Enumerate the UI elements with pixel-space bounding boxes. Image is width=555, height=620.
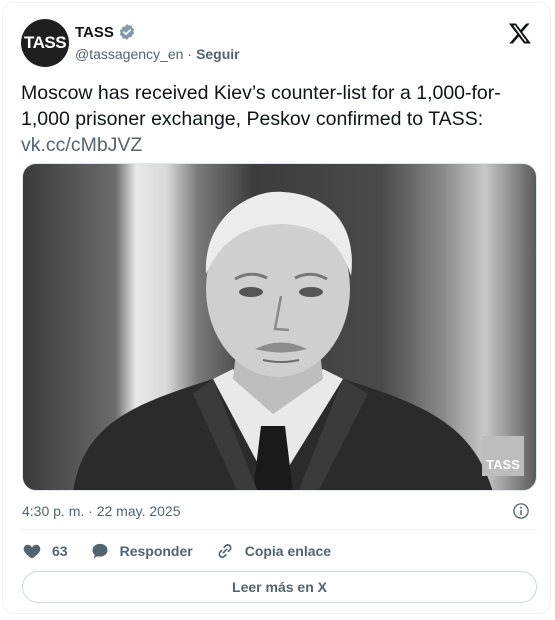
- copy-link-label: Copia enlace: [244, 543, 332, 559]
- account-handle[interactable]: @tassagency_en: [75, 46, 183, 62]
- action-bar: 63 Responder Copia enlace: [22, 541, 353, 561]
- speech-bubble-icon: [92, 543, 108, 559]
- divider: [22, 529, 537, 530]
- link-icon: [218, 544, 232, 558]
- x-logo-icon[interactable]: [508, 21, 532, 45]
- tweet-text: Moscow has received Kiev’s counter-list …: [21, 80, 536, 158]
- handle-row: @tassagency_en · Seguir: [75, 46, 240, 62]
- reply-label: Responder: [119, 543, 193, 559]
- watermark-text: TASS: [486, 457, 520, 472]
- read-more-button[interactable]: Leer más en X: [22, 571, 537, 603]
- name-row: TASS: [75, 23, 136, 41]
- tweet-timestamp[interactable]: 4:30 p. m. · 22 may. 2025: [22, 503, 181, 519]
- tweet-link[interactable]: vk.cc/cMbJVZ: [21, 132, 536, 158]
- account-name[interactable]: TASS: [75, 24, 114, 41]
- tweet-card: TASS TASS @tassagency_en · Seguir Moscow…: [2, 2, 551, 614]
- reply-button[interactable]: Responder: [90, 541, 193, 561]
- portrait-illustration: [73, 191, 493, 490]
- verified-badge-icon: [119, 24, 135, 40]
- info-icon[interactable]: [512, 502, 530, 520]
- like-button[interactable]: 63: [22, 541, 68, 561]
- tweet-body: Moscow has received Kiev’s counter-list …: [21, 82, 501, 130]
- avatar-text: TASS: [23, 33, 67, 52]
- tweet-photo[interactable]: TASS: [22, 163, 537, 491]
- like-count: 63: [52, 543, 68, 559]
- copy-link-button[interactable]: Copia enlace: [215, 541, 331, 561]
- tass-watermark: TASS: [482, 436, 524, 476]
- avatar[interactable]: TASS: [21, 19, 69, 67]
- follow-button[interactable]: Seguir: [196, 46, 240, 62]
- heart-icon: [23, 544, 41, 559]
- separator: ·: [187, 46, 193, 62]
